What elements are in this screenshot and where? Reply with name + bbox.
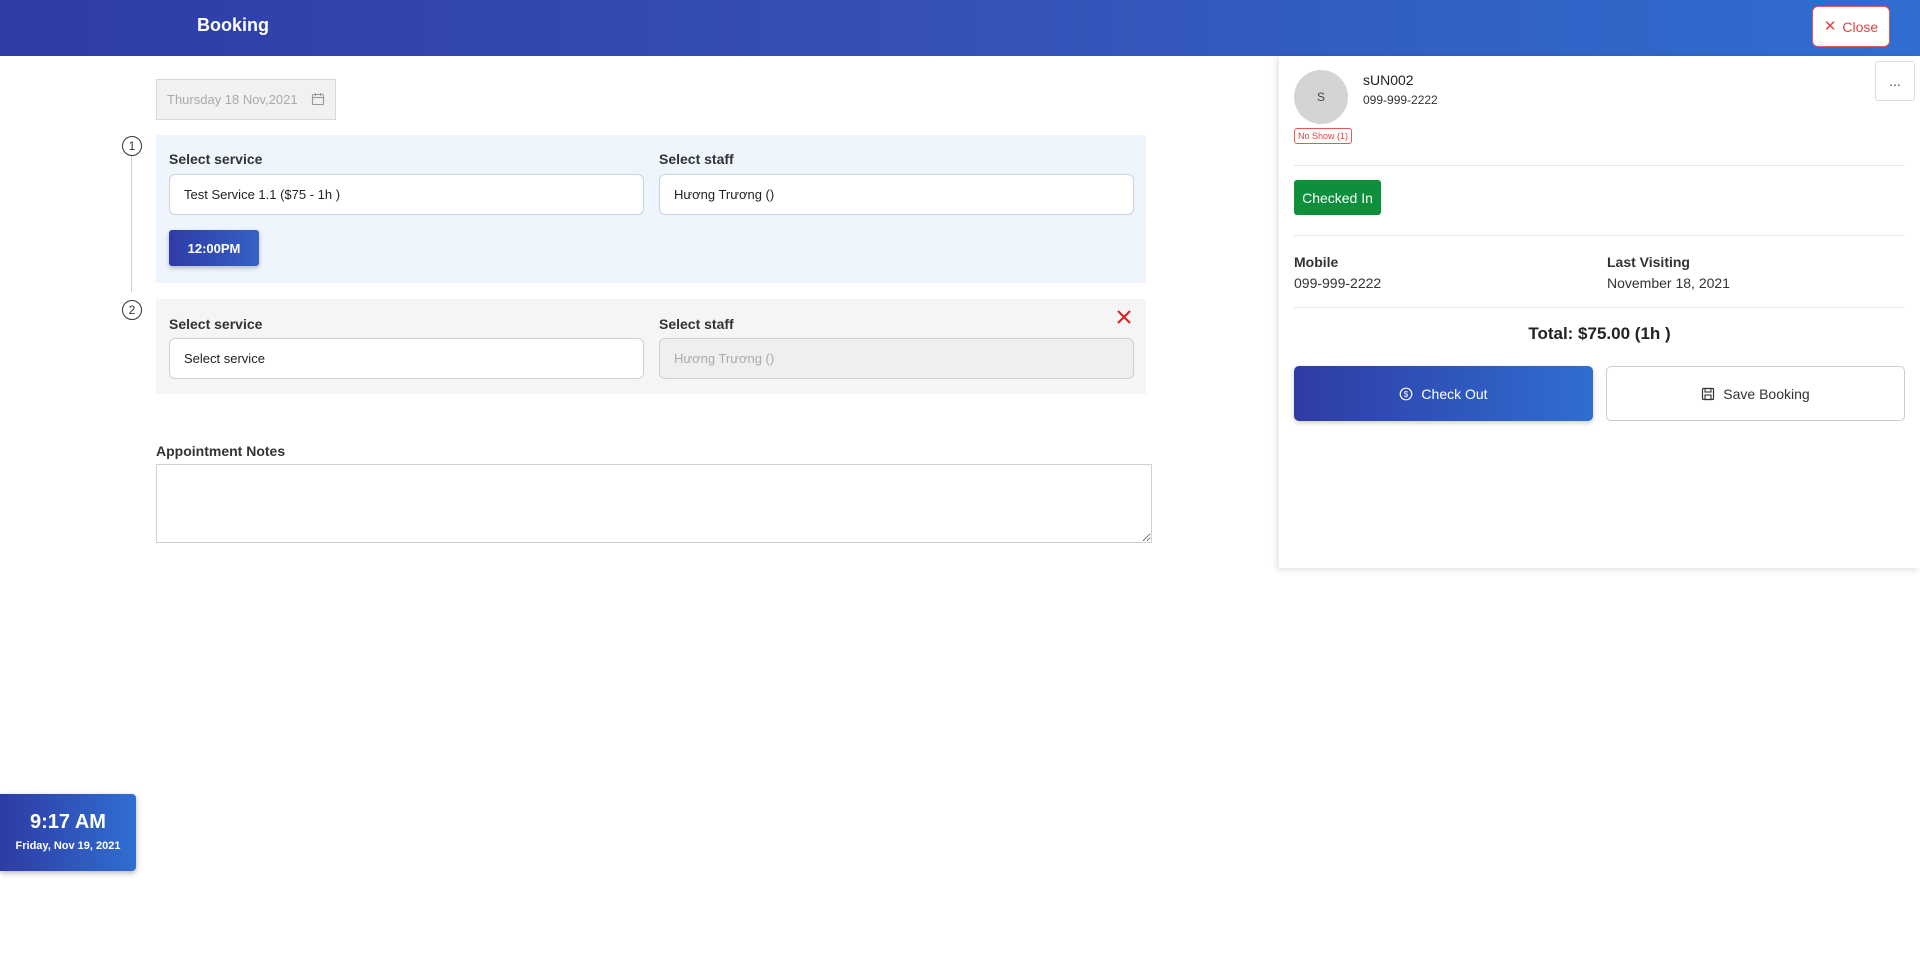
svg-text:$: $: [1404, 390, 1409, 399]
save-booking-label: Save Booking: [1723, 385, 1810, 402]
staff-label: Select staff: [659, 316, 734, 332]
staff-select[interactable]: Hương Trương (): [659, 338, 1134, 379]
divider: [1294, 235, 1905, 236]
service-card: Select service Test Service 1.1 ($75 - 1…: [156, 135, 1146, 283]
notes-label: Appointment Notes: [156, 443, 286, 459]
appointment-notes-input[interactable]: [156, 464, 1152, 543]
staff-label: Select staff: [659, 151, 734, 167]
customer-panel: S sUN002 099-999-2222 No Show (1) ... Ch…: [1279, 56, 1920, 568]
header-bar: Booking ✕ Close: [0, 0, 1920, 56]
booking-total: Total: $75.00 (1h ): [1528, 324, 1671, 343]
status-badge[interactable]: Checked In: [1294, 180, 1381, 215]
clock-time: 9:17 AM: [30, 811, 106, 833]
service-label: Select service: [169, 151, 263, 167]
staff-select[interactable]: Hương Trương (): [659, 174, 1134, 215]
dollar-icon: $: [1400, 387, 1413, 400]
mobile-label: Mobile: [1294, 254, 1339, 270]
page-title: Booking: [197, 15, 269, 35]
step-number: 1: [122, 136, 142, 156]
booking-date-value: Thursday 18 Nov,2021: [167, 92, 298, 107]
remove-service-icon[interactable]: [1114, 307, 1134, 327]
customer-phone: 099-999-2222: [1363, 93, 1438, 107]
avatar: S: [1294, 70, 1348, 124]
customer-name: sUN002: [1363, 72, 1414, 88]
service-select[interactable]: Select service: [169, 338, 644, 379]
service-select[interactable]: Test Service 1.1 ($75 - 1h ): [169, 174, 644, 215]
step-connector: [131, 156, 132, 292]
service-card: Select service Select service Select sta…: [156, 299, 1146, 394]
clock-widget: 9:17 AM Friday, Nov 19, 2021: [0, 794, 136, 871]
no-show-badge: No Show (1): [1294, 128, 1353, 144]
divider: [1294, 307, 1905, 308]
last-visit-value: November 18, 2021: [1607, 275, 1730, 291]
time-slot-button[interactable]: 12:00PM: [169, 230, 259, 266]
save-icon: [1702, 387, 1715, 400]
mobile-value: 099-999-2222: [1294, 275, 1382, 291]
more-options-button[interactable]: ...: [1875, 61, 1915, 101]
service-label: Select service: [169, 316, 263, 332]
checkout-button[interactable]: $ Check Out: [1294, 366, 1593, 421]
close-button-label: Close: [1842, 18, 1879, 35]
checkout-label: Check Out: [1421, 385, 1488, 402]
step-number: 2: [122, 300, 142, 320]
close-button[interactable]: ✕ Close: [1812, 6, 1890, 47]
calendar-icon: [311, 93, 325, 106]
booking-date-field[interactable]: Thursday 18 Nov,2021: [156, 79, 336, 120]
last-visit-label: Last Visiting: [1607, 254, 1690, 270]
clock-date: Friday, Nov 19, 2021: [15, 840, 121, 852]
divider: [1294, 165, 1905, 166]
close-icon: ✕: [1823, 18, 1837, 35]
save-booking-button[interactable]: Save Booking: [1606, 366, 1905, 421]
